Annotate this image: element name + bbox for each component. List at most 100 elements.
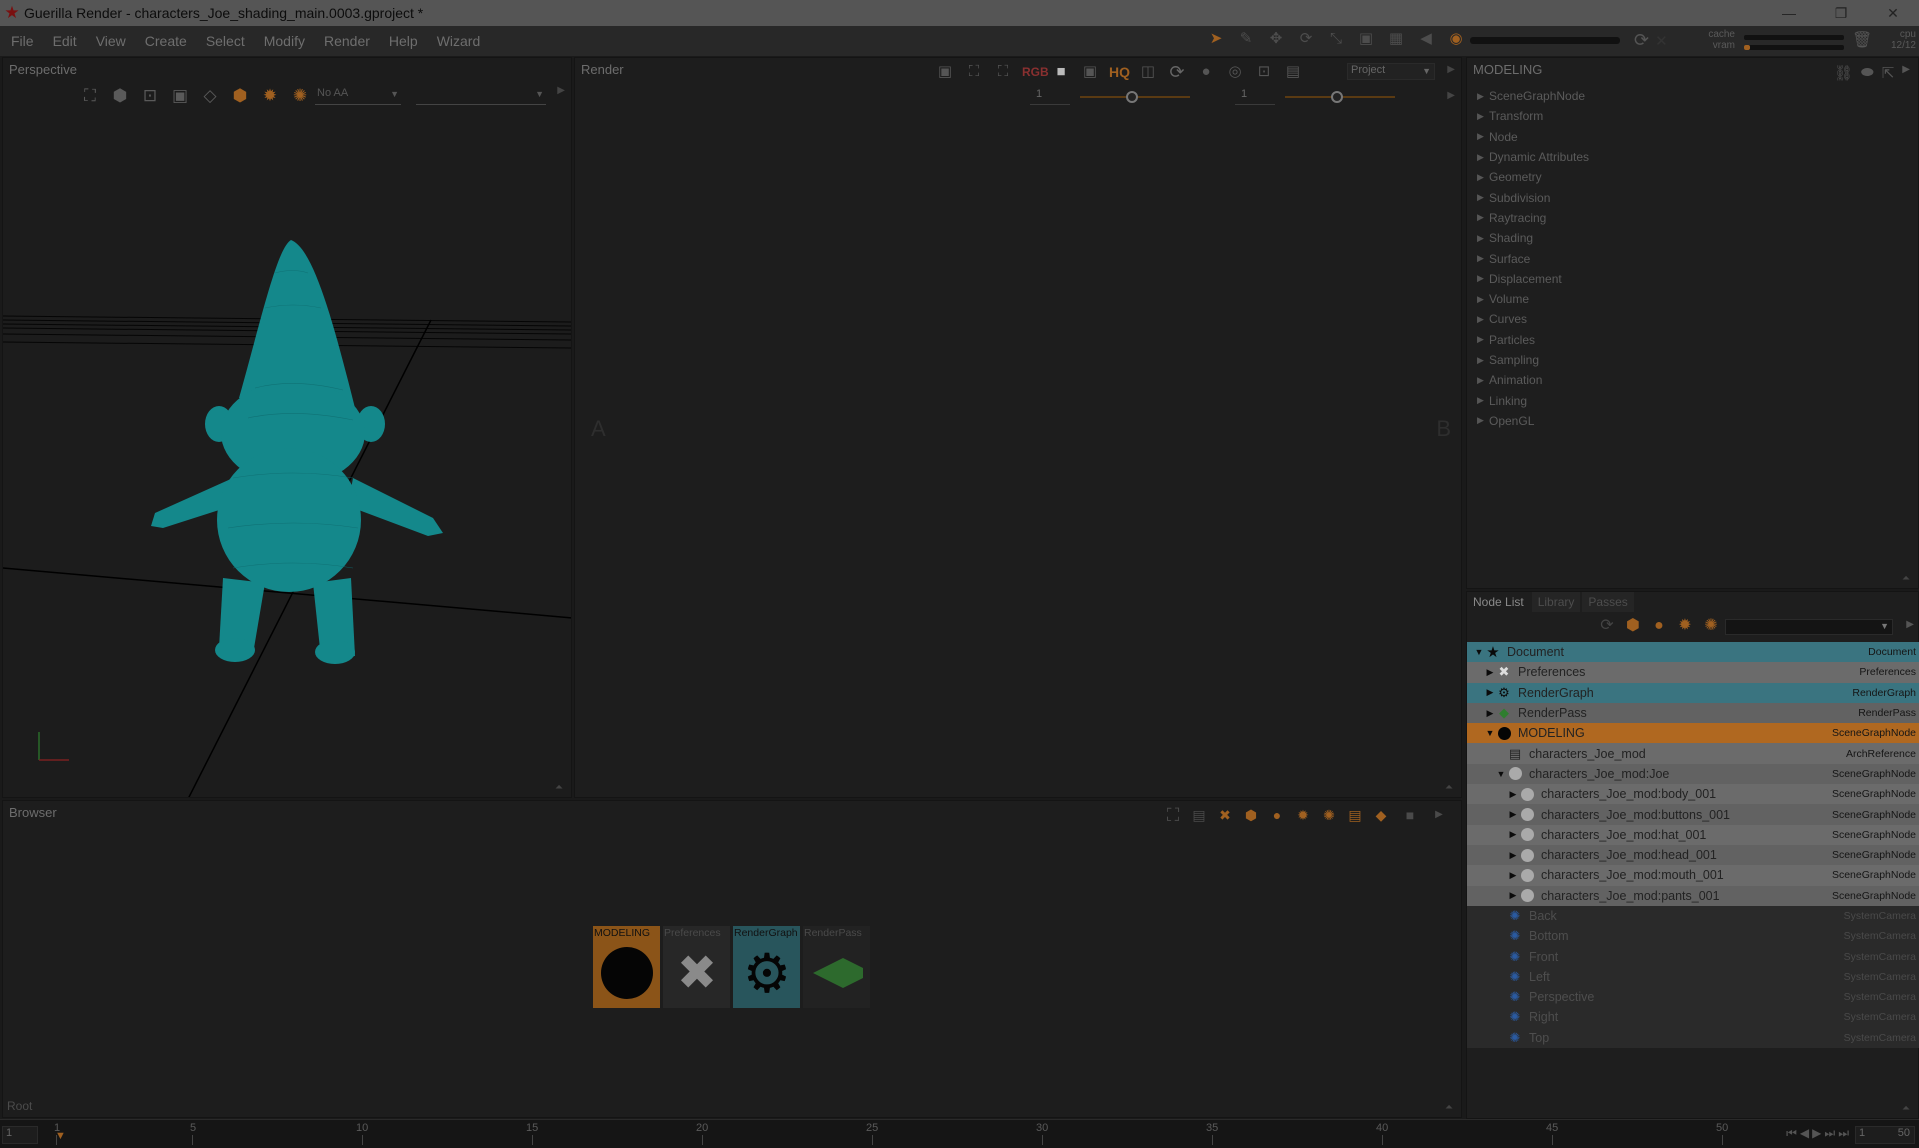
light-filter-icon[interactable]: ✹ xyxy=(1675,616,1695,636)
attr-section-opengl[interactable]: ▶ OpenGL xyxy=(1473,411,1589,431)
expand-arrow-icon[interactable]: ▶ xyxy=(1507,809,1519,820)
expand-arrow-icon[interactable]: ▶ xyxy=(1507,850,1519,861)
node-row-body[interactable]: ▶ characters_Joe_mod:body_001 SceneGraph… xyxy=(1467,784,1919,805)
compare-icon[interactable]: ◫ xyxy=(1138,62,1158,82)
menu-render[interactable]: Render xyxy=(324,33,370,49)
select-tool-icon[interactable]: ➤ xyxy=(1206,29,1226,49)
refresh-render-icon[interactable]: ⟳ xyxy=(1167,62,1187,82)
node-filter-select[interactable]: ▼ xyxy=(1725,619,1893,635)
expand-arrow-icon[interactable]: ▶ xyxy=(1507,829,1519,840)
light-icon[interactable]: ✹ xyxy=(1293,805,1313,825)
node-row-hat[interactable]: ▶ characters_Joe_mod:hat_001 SceneGraphN… xyxy=(1467,824,1919,845)
pass-icon[interactable]: ◆ xyxy=(1371,805,1391,825)
popout-icon[interactable]: ⇱ xyxy=(1882,64,1895,82)
attr-section-raytracing[interactable]: ▶ Raytracing xyxy=(1473,208,1589,228)
attr-section-scenegraphnode[interactable]: ▶ SceneGraphNode xyxy=(1473,86,1589,106)
panel-expand-icon[interactable]: ▶ xyxy=(1906,619,1914,630)
collapse-arrow-icon[interactable]: ▼ xyxy=(1484,728,1496,738)
attr-section-transform[interactable]: ▶ Transform xyxy=(1473,106,1589,126)
node-row-camera-right[interactable]: ✺ Right SystemCamera xyxy=(1467,1007,1919,1028)
attr-section-linking[interactable]: ▶ Linking xyxy=(1473,390,1589,410)
panel-expand-icon[interactable]: ▶ xyxy=(1447,64,1455,75)
first-frame-icon[interactable]: ⏮ xyxy=(1786,1126,1797,1141)
sphere-filter-icon[interactable]: ● xyxy=(1649,616,1669,636)
play-icon[interactable]: ▶ xyxy=(1812,1126,1821,1141)
globe-icon[interactable]: ◉ xyxy=(1446,29,1466,49)
gamma-thumb[interactable] xyxy=(1331,91,1343,103)
thumbnail-modeling[interactable]: MODELING xyxy=(593,926,660,1008)
menu-help[interactable]: Help xyxy=(389,33,418,49)
perspective-viewport[interactable]: Perspective ⛶ ⬢ ⊡ ▣ ◇ ⬢ ✹ ✺ No AA ▼ ▼ ▶ xyxy=(2,57,572,798)
list-view-icon[interactable]: ▤ xyxy=(1189,805,1209,825)
node-row-document[interactable]: ▼ ★ Document Document xyxy=(1467,642,1919,663)
node-row-joe[interactable]: ▼ characters_Joe_mod:Joe SceneGraphNode xyxy=(1467,763,1919,785)
node-row-mouth[interactable]: ▶ characters_Joe_mod:mouth_001 SceneGrap… xyxy=(1467,865,1919,886)
timeline-range-field[interactable]: 1 50 xyxy=(1855,1126,1915,1144)
cube-icon[interactable]: ⬢ xyxy=(1241,805,1261,825)
node-row-modeling[interactable]: ▼ MODELING SceneGraphNode xyxy=(1467,723,1919,744)
fullscreen-icon[interactable]: ⛶ xyxy=(1163,805,1183,825)
attr-section-curves[interactable]: ▶ Curves xyxy=(1473,309,1589,329)
node-row-arch-reference[interactable]: ▤ characters_Joe_mod ArchReference xyxy=(1467,743,1919,764)
camera-icon[interactable]: ✺ xyxy=(1319,805,1339,825)
crop-icon[interactable]: ⛶ xyxy=(993,62,1013,82)
node-row-pants[interactable]: ▶ characters_Joe_mod:pants_001 SceneGrap… xyxy=(1467,885,1919,906)
camera-tool-icon[interactable]: ◀ xyxy=(1416,29,1436,49)
sphere-icon[interactable]: ● xyxy=(1267,805,1287,825)
attr-section-displacement[interactable]: ▶ Displacement xyxy=(1473,269,1589,289)
panel-expand-icon[interactable]: ▶ xyxy=(1429,805,1449,825)
toggle-icon[interactable]: ⬬ xyxy=(1861,64,1874,82)
menu-select[interactable]: Select xyxy=(206,33,245,49)
document-icon[interactable]: ▤ xyxy=(1345,805,1365,825)
last-frame-icon[interactable]: ⏭ xyxy=(1838,1126,1849,1141)
attr-section-geometry[interactable]: ▶ Geometry xyxy=(1473,167,1589,187)
layers-icon[interactable]: ▤ xyxy=(1283,62,1303,82)
attr-section-sampling[interactable]: ▶ Sampling xyxy=(1473,350,1589,370)
stop-icon[interactable]: ✕ xyxy=(1655,32,1668,50)
cube-filter-icon[interactable]: ⬢ xyxy=(1623,616,1643,636)
box-tool-icon[interactable]: ▣ xyxy=(1356,29,1376,49)
close-button[interactable]: ✕ xyxy=(1867,0,1919,26)
node-row-camera-left[interactable]: ✺ Left SystemCamera xyxy=(1467,966,1919,988)
alpha-channel-icon[interactable]: ■ xyxy=(1051,62,1071,82)
node-row-camera-bottom[interactable]: ✺ Bottom SystemCamera xyxy=(1467,926,1919,947)
collapse-arrow-icon[interactable]: ▼ xyxy=(1473,647,1485,657)
region-icon[interactable]: ⛶ xyxy=(964,62,984,82)
restore-button[interactable]: ❐ xyxy=(1815,0,1867,26)
rgb-channel-button[interactable]: RGB xyxy=(1022,62,1049,82)
thumbnail-preferences[interactable]: Preferences ✖ xyxy=(663,926,730,1008)
node-row-camera-front[interactable]: ✺ Front SystemCamera xyxy=(1467,946,1919,967)
timeline[interactable]: 1 ▼ 1 5 10 15 20 25 30 35 40 45 50 ⏮ ◀ ▶… xyxy=(0,1119,1919,1148)
fit-view-icon[interactable]: ▣ xyxy=(1080,62,1100,82)
menu-create[interactable]: Create xyxy=(145,33,187,49)
camera-filter-icon[interactable]: ✺ xyxy=(1701,616,1721,636)
link-icon[interactable]: ⛓ xyxy=(1834,64,1853,82)
exposure-slider[interactable]: 1 xyxy=(1030,88,1200,106)
menu-edit[interactable]: Edit xyxy=(53,33,77,49)
menu-view[interactable]: View xyxy=(96,33,126,49)
next-frame-icon[interactable]: ⏭ xyxy=(1824,1126,1835,1141)
node-row-buttons[interactable]: ▶ characters_Joe_mod:buttons_001 SceneGr… xyxy=(1467,804,1919,825)
snapshot-icon[interactable]: ◎ xyxy=(1225,62,1245,82)
panel-resize-icon[interactable]: ⏶ xyxy=(555,782,563,793)
pen-tool-icon[interactable]: ✎ xyxy=(1236,29,1256,49)
attr-section-volume[interactable]: ▶ Volume xyxy=(1473,289,1589,309)
tab-library[interactable]: Library xyxy=(1531,592,1581,612)
expand-arrow-icon[interactable]: ▶ xyxy=(1484,667,1496,678)
node-row-head[interactable]: ▶ characters_Joe_mod:head_001 SceneGraph… xyxy=(1467,844,1919,866)
menu-modify[interactable]: Modify xyxy=(264,33,305,49)
range-end-value[interactable]: 50 xyxy=(1898,1127,1910,1143)
expand-arrow-icon[interactable]: ▶ xyxy=(1507,870,1519,881)
node-row-renderpass[interactable]: ▶ ◆ RenderPass RenderPass xyxy=(1467,702,1919,724)
panel-resize-icon[interactable]: ⏶ xyxy=(1902,1103,1910,1114)
node-row-camera-back[interactable]: ✺ Back SystemCamera xyxy=(1467,905,1919,927)
node-row-camera-top[interactable]: ✺ Top SystemCamera xyxy=(1467,1027,1919,1048)
rotate-tool-icon[interactable]: ⟳ xyxy=(1296,29,1316,49)
panel-resize-icon[interactable]: ⏶ xyxy=(1445,1102,1453,1113)
minimize-button[interactable]: — xyxy=(1763,0,1815,26)
thumbnail-rendergraph[interactable]: RenderGraph ⚙ xyxy=(733,926,800,1008)
grid-tool-icon[interactable]: ▦ xyxy=(1386,29,1406,49)
panel-expand-icon[interactable]: ▶ xyxy=(1447,90,1455,101)
collapse-arrow-icon[interactable]: ▼ xyxy=(1495,769,1507,779)
hq-button[interactable]: HQ xyxy=(1109,62,1130,82)
